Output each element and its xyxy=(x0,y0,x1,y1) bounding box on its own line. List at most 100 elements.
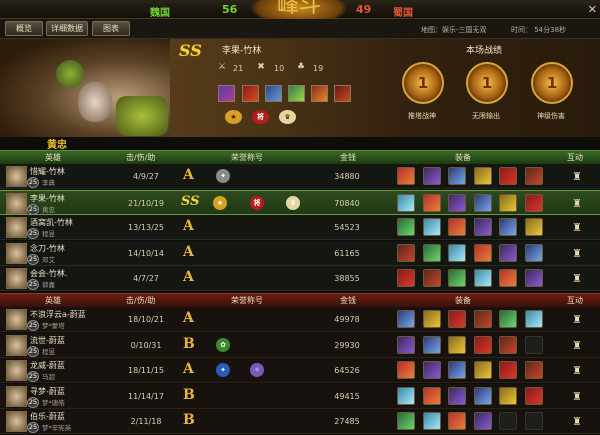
equipment-slot[interactable] xyxy=(422,167,441,185)
equipment-slot[interactable] xyxy=(422,386,441,405)
equipment-slot[interactable] xyxy=(524,218,543,236)
player-name[interactable]: 念刀-竹林 xyxy=(30,243,65,254)
equipment-slot[interactable] xyxy=(524,243,543,262)
player-name[interactable]: 惜耀-竹林 xyxy=(30,166,65,177)
equipment-slot[interactable] xyxy=(499,361,517,379)
player-row[interactable]: 25 念刀-竹林 邓艾 14/10/14 A 61165 ♜ xyxy=(0,240,600,266)
equipment-slot[interactable] xyxy=(524,386,543,405)
player-row[interactable]: 25 寻梦-蔚蓝 梦*唐皓 11/14/17 B 49415 ♜ xyxy=(0,383,600,409)
like-icon[interactable]: ♜ xyxy=(571,313,583,326)
equipment-slot[interactable] xyxy=(422,243,441,262)
equipment-slot[interactable] xyxy=(473,218,492,236)
equipment-slot[interactable] xyxy=(448,167,466,185)
equipment-slot[interactable] xyxy=(473,243,492,262)
player-name[interactable]: 伯乐-蔚蓝 xyxy=(30,411,65,422)
equipment-slot[interactable] xyxy=(448,193,466,212)
player-name[interactable]: 流世-蔚蓝 xyxy=(30,335,65,346)
equipment-slot[interactable] xyxy=(499,269,517,287)
equipment-slot[interactable] xyxy=(448,218,466,236)
like-icon[interactable]: ♜ xyxy=(571,170,583,183)
equipment-slot[interactable] xyxy=(524,361,543,379)
player-row[interactable]: 25 流世-蔚蓝 程昱 0/10/31 B ✿ 29930 ♜ xyxy=(0,332,600,358)
player-name[interactable]: 龙威-蔚蓝 xyxy=(30,360,65,371)
equipment-slot[interactable] xyxy=(397,269,415,287)
equipment-slot[interactable] xyxy=(422,361,441,379)
equipment-slot[interactable] xyxy=(397,335,415,354)
equipment-slot[interactable] xyxy=(448,361,466,379)
equipment-slot[interactable] xyxy=(397,243,415,262)
skill-icon[interactable] xyxy=(334,85,351,102)
tab-overview[interactable]: 概览 xyxy=(5,21,43,36)
player-name[interactable]: 酒窝凯-竹林 xyxy=(30,217,73,228)
equipment-slot[interactable] xyxy=(448,386,466,405)
equipment-slot[interactable] xyxy=(448,243,466,262)
equipment-slot[interactable] xyxy=(499,243,517,262)
like-icon[interactable]: ♜ xyxy=(571,390,583,403)
equipment-slot[interactable] xyxy=(499,167,517,185)
like-icon[interactable]: ♜ xyxy=(571,197,583,210)
equipment-slot[interactable] xyxy=(524,269,543,287)
player-row[interactable]: 25 李果-竹林 黄忠 21/10/19 SS ★ 将 ♛ 70840 ♜ xyxy=(0,189,600,215)
equipment-slot[interactable] xyxy=(397,218,415,236)
equipment-slot[interactable] xyxy=(448,269,466,287)
equipment-slot[interactable] xyxy=(524,310,543,328)
equipment-slot[interactable] xyxy=(448,412,466,430)
player-row[interactable]: 25 会会-竹林. 郭嘉 4/7/27 A 38855 ♜ xyxy=(0,266,600,291)
equipment-slot[interactable] xyxy=(448,310,466,328)
player-name[interactable]: 李果-竹林 xyxy=(30,193,65,204)
skill-icon[interactable] xyxy=(311,85,328,102)
close-icon[interactable]: ✕ xyxy=(588,3,597,16)
equipment-slot[interactable] xyxy=(422,269,441,287)
skill-icon[interactable] xyxy=(288,85,305,102)
equipment-slot[interactable] xyxy=(397,193,415,212)
equipment-slot[interactable] xyxy=(473,361,492,379)
equipment-slot[interactable] xyxy=(397,386,415,405)
player-row[interactable]: 25 酒窝凯-竹林 程昱 13/13/25 A 54523 ♜ xyxy=(0,215,600,240)
player-row[interactable]: 25 惜耀-竹林 李典 4/9/27 A ✦ 34880 ♜ xyxy=(0,164,600,189)
tab-details[interactable]: 详细数据 xyxy=(46,21,88,36)
like-icon[interactable]: ♜ xyxy=(571,339,583,352)
equipment-slot-empty xyxy=(524,335,543,354)
equipment-slot[interactable] xyxy=(397,310,415,328)
player-name[interactable]: 会会-竹林. xyxy=(30,268,67,279)
equipment-slot[interactable] xyxy=(397,361,415,379)
equipment-slot[interactable] xyxy=(473,269,492,287)
equipment-slot[interactable] xyxy=(422,193,441,212)
skill-icon[interactable] xyxy=(265,85,282,102)
equipment-slot[interactable] xyxy=(499,386,517,405)
equipment-slot[interactable] xyxy=(499,218,517,236)
like-icon[interactable]: ♜ xyxy=(571,364,583,377)
player-name[interactable]: 寻梦-蔚蓝 xyxy=(30,386,65,397)
player-avatar xyxy=(6,192,27,214)
equipment-slot[interactable] xyxy=(473,193,492,212)
like-icon[interactable]: ♜ xyxy=(571,247,583,260)
skill-icon[interactable] xyxy=(218,85,235,102)
equipment-slot[interactable] xyxy=(524,193,543,212)
equipment-slot[interactable] xyxy=(473,412,492,430)
player-name[interactable]: 不浪浮云a-蔚蓝 xyxy=(30,309,86,320)
player-row[interactable]: 25 龙威-蔚蓝 马超 18/11/15 A ✦ ✧ 64526 ♜ xyxy=(0,358,600,383)
player-row[interactable]: 25 伯乐-蔚蓝 梦*辛宪英 2/11/18 B 27485 ♜ xyxy=(0,409,600,434)
like-icon[interactable]: ♜ xyxy=(571,221,583,234)
equipment-slot[interactable] xyxy=(473,167,492,185)
equipment-slot[interactable] xyxy=(473,335,492,354)
equipment-slot[interactable] xyxy=(422,335,441,354)
equipment-slot[interactable] xyxy=(397,412,415,430)
equipment-slot[interactable] xyxy=(422,310,441,328)
equipment-slot[interactable] xyxy=(422,412,441,430)
equipment-slot[interactable] xyxy=(499,193,517,212)
player-row[interactable]: 25 不浪浮云a-蔚蓝 梦*蒙塔 18/10/21 A 49978 ♜ xyxy=(0,307,600,332)
equipment-slot[interactable] xyxy=(499,335,517,354)
like-icon[interactable]: ♜ xyxy=(571,415,583,428)
equipment-slot[interactable] xyxy=(499,310,517,328)
equipment-slot[interactable] xyxy=(397,167,415,185)
equipment-slot[interactable] xyxy=(524,167,543,185)
tab-chart[interactable]: 图表 xyxy=(92,21,130,36)
equipment-slot[interactable] xyxy=(448,335,466,354)
like-icon[interactable]: ♜ xyxy=(571,272,583,285)
player-rank: A xyxy=(183,167,194,183)
equipment-slot[interactable] xyxy=(422,218,441,236)
equipment-slot[interactable] xyxy=(473,310,492,328)
equipment-slot[interactable] xyxy=(473,386,492,405)
skill-icon[interactable] xyxy=(242,85,259,102)
